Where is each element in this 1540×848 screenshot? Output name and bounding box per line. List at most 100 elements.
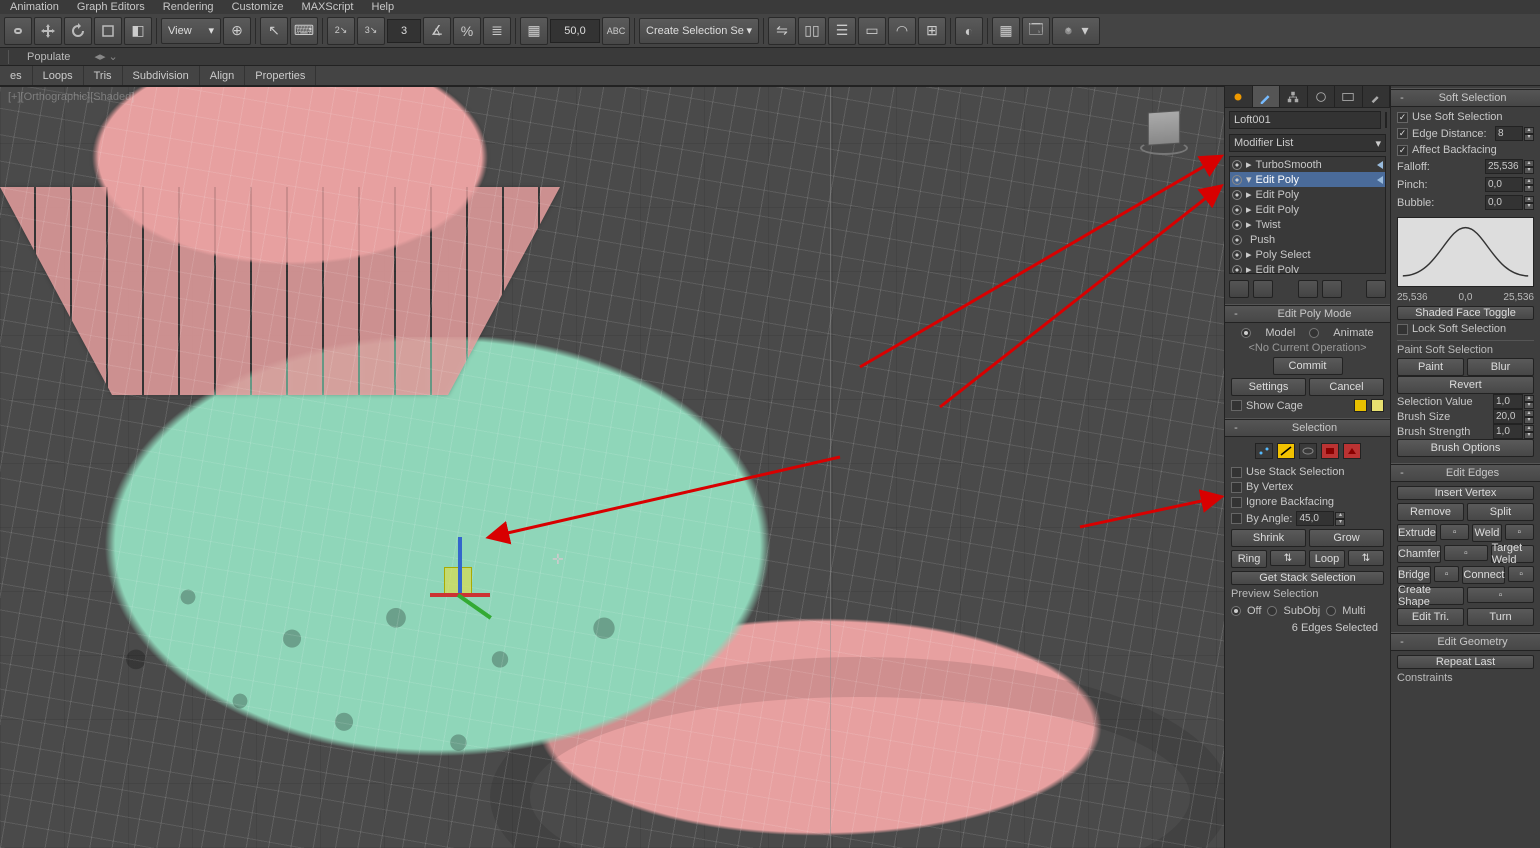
rollout-header-epm[interactable]: -Edit Poly Mode xyxy=(1225,305,1390,323)
bridge-button[interactable]: Bridge xyxy=(1397,566,1431,584)
ring-spinner[interactable]: ⇅ xyxy=(1270,550,1306,566)
render-prod-icon[interactable]: ▾ xyxy=(1052,17,1100,45)
render-setup-icon[interactable]: ▦ xyxy=(992,17,1020,45)
grow-button[interactable]: Grow xyxy=(1309,529,1384,547)
layers-icon[interactable]: ☰ xyxy=(828,17,856,45)
turn-button[interactable]: Turn xyxy=(1467,608,1534,626)
mod-turbosmooth[interactable]: ▸TurboSmooth xyxy=(1230,157,1385,172)
by-angle-checkbox[interactable] xyxy=(1231,513,1242,524)
connect-settings-icon[interactable]: ▫ xyxy=(1508,566,1534,582)
tab-es[interactable]: es xyxy=(0,66,33,85)
repeat-last-button[interactable]: Repeat Last xyxy=(1397,655,1534,669)
ring-button[interactable]: Ring xyxy=(1231,550,1267,568)
configure-sets-icon[interactable] xyxy=(1366,280,1386,298)
toggle-ribbon-icon[interactable]: ▭ xyxy=(858,17,886,45)
cage-color-b[interactable] xyxy=(1371,399,1384,412)
brush-strength-spinner[interactable]: ▴▾ xyxy=(1493,424,1534,439)
schematic-view-icon[interactable]: ⊞ xyxy=(918,17,946,45)
link-icon[interactable] xyxy=(4,17,32,45)
loop-spinner[interactable]: ⇅ xyxy=(1348,550,1384,566)
rollout-header-edit-edges[interactable]: -Edit Edges xyxy=(1391,464,1540,482)
main-menu[interactable]: Animation Graph Editors Rendering Custom… xyxy=(0,0,1540,14)
object-name-input[interactable] xyxy=(1229,111,1381,129)
transform-gizmo[interactable] xyxy=(430,537,490,627)
align-icon[interactable]: ▯▯ xyxy=(798,17,826,45)
object-color-swatch[interactable] xyxy=(1385,112,1387,128)
menu-customize[interactable]: Customize xyxy=(232,1,284,13)
edge-distance-spinner[interactable]: ▴▾ xyxy=(1495,126,1534,141)
lock-soft-sel-checkbox[interactable] xyxy=(1397,324,1408,335)
mod-edit-poly-4[interactable]: ▸Edit Poly xyxy=(1230,262,1385,274)
menu-help[interactable]: Help xyxy=(372,1,395,13)
utilities-tab-icon[interactable] xyxy=(1363,86,1391,107)
hierarchy-tab-icon[interactable] xyxy=(1280,86,1308,107)
by-vertex-checkbox[interactable] xyxy=(1231,482,1242,493)
pin-stack-icon[interactable] xyxy=(1229,280,1249,298)
weld-settings-icon[interactable]: ▫ xyxy=(1505,524,1534,540)
rollout-header-soft[interactable]: -Soft Selection xyxy=(1391,89,1540,107)
shaded-face-toggle-button[interactable]: Shaded Face Toggle xyxy=(1397,306,1534,320)
placement-icon[interactable]: ◧ xyxy=(124,17,152,45)
edge-distance-checkbox[interactable] xyxy=(1397,128,1408,139)
modify-tab-icon[interactable] xyxy=(1253,86,1281,107)
border-subobj-icon[interactable] xyxy=(1299,443,1317,459)
menu-rendering[interactable]: Rendering xyxy=(163,1,214,13)
mod-edit-poly-3[interactable]: ▸Edit Poly xyxy=(1230,202,1385,217)
mod-edit-poly-active[interactable]: ▾Edit Poly xyxy=(1230,172,1385,187)
preview-multi-radio[interactable] xyxy=(1326,606,1336,616)
ribbon-populate[interactable]: Populate xyxy=(13,51,84,63)
ignore-backfacing-checkbox[interactable] xyxy=(1231,497,1242,508)
modifier-stack[interactable]: ▸TurboSmooth ▾Edit Poly ▸Edit Poly ▸Edit… xyxy=(1229,156,1386,274)
loop-button[interactable]: Loop xyxy=(1309,550,1345,568)
extrude-settings-icon[interactable]: ▫ xyxy=(1440,524,1469,540)
viewport[interactable]: ✛ [+][Orthographic][Shaded] xyxy=(0,86,1224,848)
connect-button[interactable]: Connect xyxy=(1462,566,1505,584)
vertex-subobj-icon[interactable] xyxy=(1255,443,1273,459)
cage-color-a[interactable] xyxy=(1354,399,1367,412)
menu-animation[interactable]: Animation xyxy=(10,1,59,13)
extrude-button[interactable]: Extrude xyxy=(1397,524,1437,542)
shrink-button[interactable]: Shrink xyxy=(1231,529,1306,547)
mod-twist[interactable]: ▸Twist xyxy=(1230,217,1385,232)
preview-off-radio[interactable] xyxy=(1231,606,1241,616)
paint-button[interactable]: Paint xyxy=(1397,358,1464,376)
settings-button[interactable]: Settings xyxy=(1231,378,1306,396)
display-tab-icon[interactable] xyxy=(1335,86,1363,107)
menu-graph-editors[interactable]: Graph Editors xyxy=(77,1,145,13)
selection-value-spinner[interactable]: ▴▾ xyxy=(1493,394,1534,409)
falloff-spinner[interactable]: ▴▾ xyxy=(1485,159,1534,174)
motion-tab-icon[interactable] xyxy=(1308,86,1336,107)
edit-selection-icon[interactable]: ▦ xyxy=(520,17,548,45)
bridge-settings-icon[interactable]: ▫ xyxy=(1434,566,1460,582)
rollout-header-edit-geometry[interactable]: -Edit Geometry xyxy=(1391,633,1540,651)
named-selection-dropdown[interactable]: Create Selection Se▾ xyxy=(639,18,759,44)
chamfer-button[interactable]: Chamfer xyxy=(1397,545,1441,563)
create-shape-button[interactable]: Create Shape xyxy=(1397,587,1464,605)
grid-spinner[interactable] xyxy=(387,19,421,43)
tab-loops[interactable]: Loops xyxy=(33,66,84,85)
show-end-result-icon[interactable] xyxy=(1253,280,1273,298)
snap-3d-icon[interactable]: 3↘ xyxy=(357,17,385,45)
angle-input[interactable] xyxy=(550,19,600,43)
weld-button[interactable]: Weld xyxy=(1472,524,1501,542)
pivot-icon[interactable]: ⊕ xyxy=(223,17,251,45)
bubble-spinner[interactable]: ▴▾ xyxy=(1485,195,1534,210)
brush-options-button[interactable]: Brush Options xyxy=(1397,439,1534,457)
make-unique-icon[interactable] xyxy=(1298,280,1318,298)
use-stack-sel-checkbox[interactable] xyxy=(1231,467,1242,478)
get-stack-selection-button[interactable]: Get Stack Selection xyxy=(1231,571,1384,585)
spinner-snap-icon[interactable]: ≣ xyxy=(483,17,511,45)
animate-radio[interactable] xyxy=(1309,328,1319,338)
commit-button[interactable]: Commit xyxy=(1273,357,1343,375)
edit-tri-button[interactable]: Edit Tri. xyxy=(1397,608,1464,626)
mod-poly-select[interactable]: ▸Poly Select xyxy=(1230,247,1385,262)
affect-backfacing-checkbox[interactable] xyxy=(1397,145,1408,156)
chamfer-settings-icon[interactable]: ▫ xyxy=(1444,545,1487,561)
menu-maxscript[interactable]: MAXScript xyxy=(302,1,354,13)
select-manip-icon[interactable]: ↖ xyxy=(260,17,288,45)
keyboard-shortcut-icon[interactable]: ⌨ xyxy=(290,17,318,45)
polygon-subobj-icon[interactable] xyxy=(1321,443,1339,459)
snap-2d-icon[interactable]: 2↘ xyxy=(327,17,355,45)
viewcube[interactable] xyxy=(1134,105,1194,165)
curve-editor-icon[interactable]: ◠ xyxy=(888,17,916,45)
